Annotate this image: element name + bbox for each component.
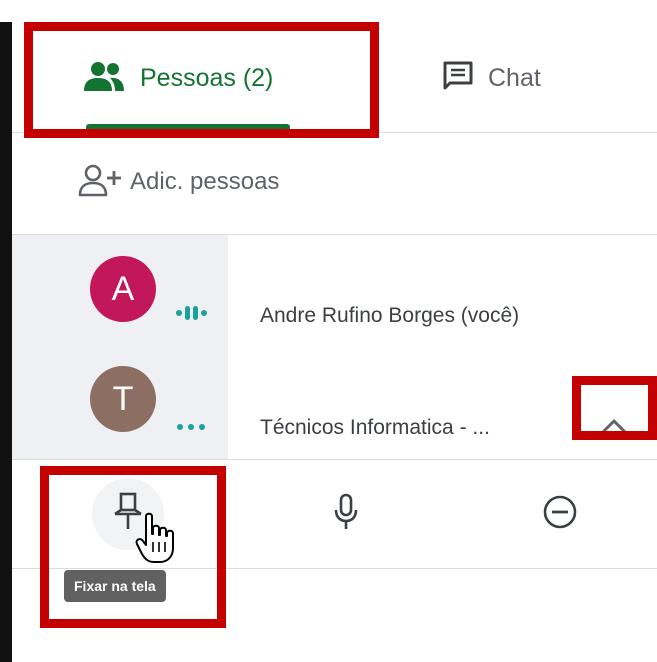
speaking-indicator-icon: [174, 300, 208, 326]
add-people-button[interactable]: Adic. pessoas: [78, 160, 279, 204]
people-panel: Pessoas (2) Chat Adic. pessoas A Andre R…: [12, 22, 657, 662]
participant-actions: [12, 460, 657, 568]
add-people-label: Adic. pessoas: [130, 168, 280, 195]
audio-idle-icon: [174, 410, 208, 436]
people-icon: [82, 61, 126, 96]
tab-chat[interactable]: Chat: [442, 56, 541, 100]
participant-name: Técnicos Informatica - ...: [260, 416, 490, 439]
avatar: T: [90, 366, 156, 432]
mute-button[interactable]: [310, 478, 382, 550]
tab-people-label: Pessoas (2): [140, 63, 274, 92]
remove-participant-button[interactable]: [524, 478, 596, 550]
tab-chat-label: Chat: [488, 63, 541, 92]
mic-icon: [331, 492, 361, 537]
participant-row[interactable]: A Andre Rufino Borges (você): [12, 244, 657, 344]
pin-tooltip: Fixar na tela: [64, 570, 166, 602]
remove-icon: [542, 494, 578, 535]
active-tab-indicator: [86, 124, 290, 130]
avatar: A: [90, 256, 156, 322]
divider: [12, 568, 657, 569]
collapse-participant-button[interactable]: [586, 406, 642, 450]
tab-people[interactable]: Pessoas (2): [82, 56, 273, 100]
window-edge: [0, 22, 12, 662]
chat-icon: [442, 60, 474, 97]
participant-name: Andre Rufino Borges (você): [260, 304, 520, 327]
participant-row[interactable]: T Técnicos Informatica - ...: [12, 354, 657, 454]
chevron-up-icon: [599, 416, 629, 441]
hand-cursor-icon: [135, 512, 174, 563]
panel-tabs: Pessoas (2) Chat: [12, 22, 657, 133]
top-strip: [12, 0, 657, 22]
add-person-icon: [78, 163, 122, 202]
